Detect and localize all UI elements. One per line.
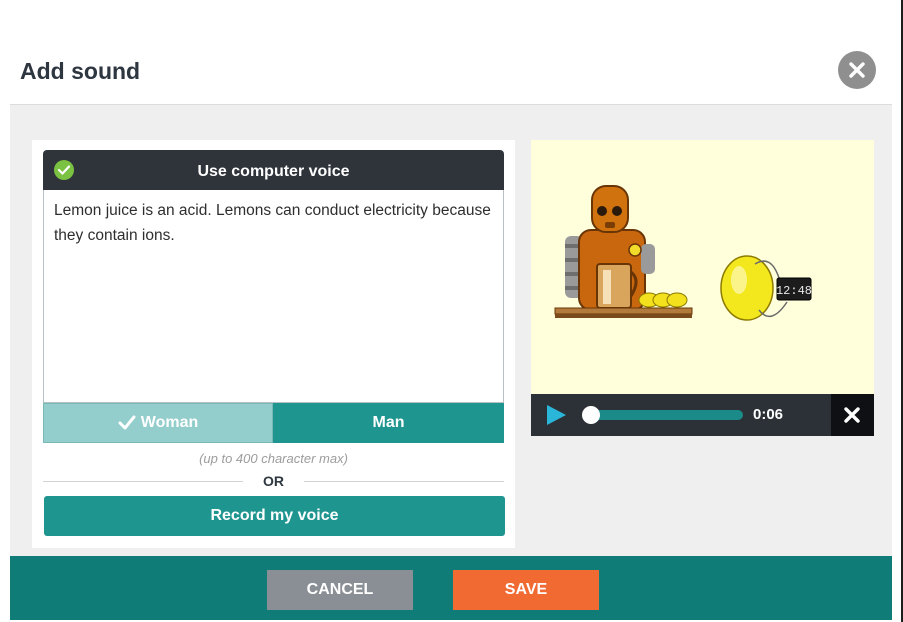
dialog-title: Add sound <box>20 58 141 84</box>
seek-handle[interactable] <box>582 406 600 424</box>
playback-time: 0:06 <box>753 406 784 423</box>
voice-selector: Woman Man <box>43 403 504 443</box>
voice-man-label: Man <box>372 414 405 431</box>
add-sound-dialog: Add sound Use computer voice Lemon juice… <box>0 0 903 622</box>
seek-track[interactable] <box>583 410 743 420</box>
voice-man-button[interactable]: Man <box>273 403 504 443</box>
scene-preview: 12:48 <box>531 140 874 394</box>
voice-woman-button[interactable]: Woman <box>43 403 273 443</box>
divider-line-right <box>304 481 504 482</box>
close-icon <box>849 62 865 78</box>
record-voice-button[interactable]: Record my voice <box>44 496 505 536</box>
remove-audio-button[interactable] <box>831 394 874 436</box>
dialog-footer <box>10 556 892 620</box>
close-icon <box>844 407 860 423</box>
computer-voice-header[interactable]: Use computer voice <box>43 150 504 190</box>
or-divider: OR <box>43 473 504 489</box>
cancel-button[interactable]: CANCEL <box>267 570 413 610</box>
play-icon[interactable] <box>545 404 567 426</box>
voice-woman-label: Woman <box>140 414 199 431</box>
computer-voice-label: Use computer voice <box>197 163 350 180</box>
close-dialog-button[interactable] <box>838 51 876 89</box>
audio-player: 0:06 <box>531 394 874 436</box>
voice-text-input[interactable]: Lemon juice is an acid. Lemons can condu… <box>43 190 504 403</box>
char-limit-note: (up to 400 character max) <box>199 451 348 466</box>
scene-illustration: 12:48 <box>531 140 874 394</box>
save-button[interactable]: SAVE <box>453 570 599 610</box>
checkmark-icon <box>118 415 136 430</box>
clock-display: 12:48 <box>776 284 812 298</box>
